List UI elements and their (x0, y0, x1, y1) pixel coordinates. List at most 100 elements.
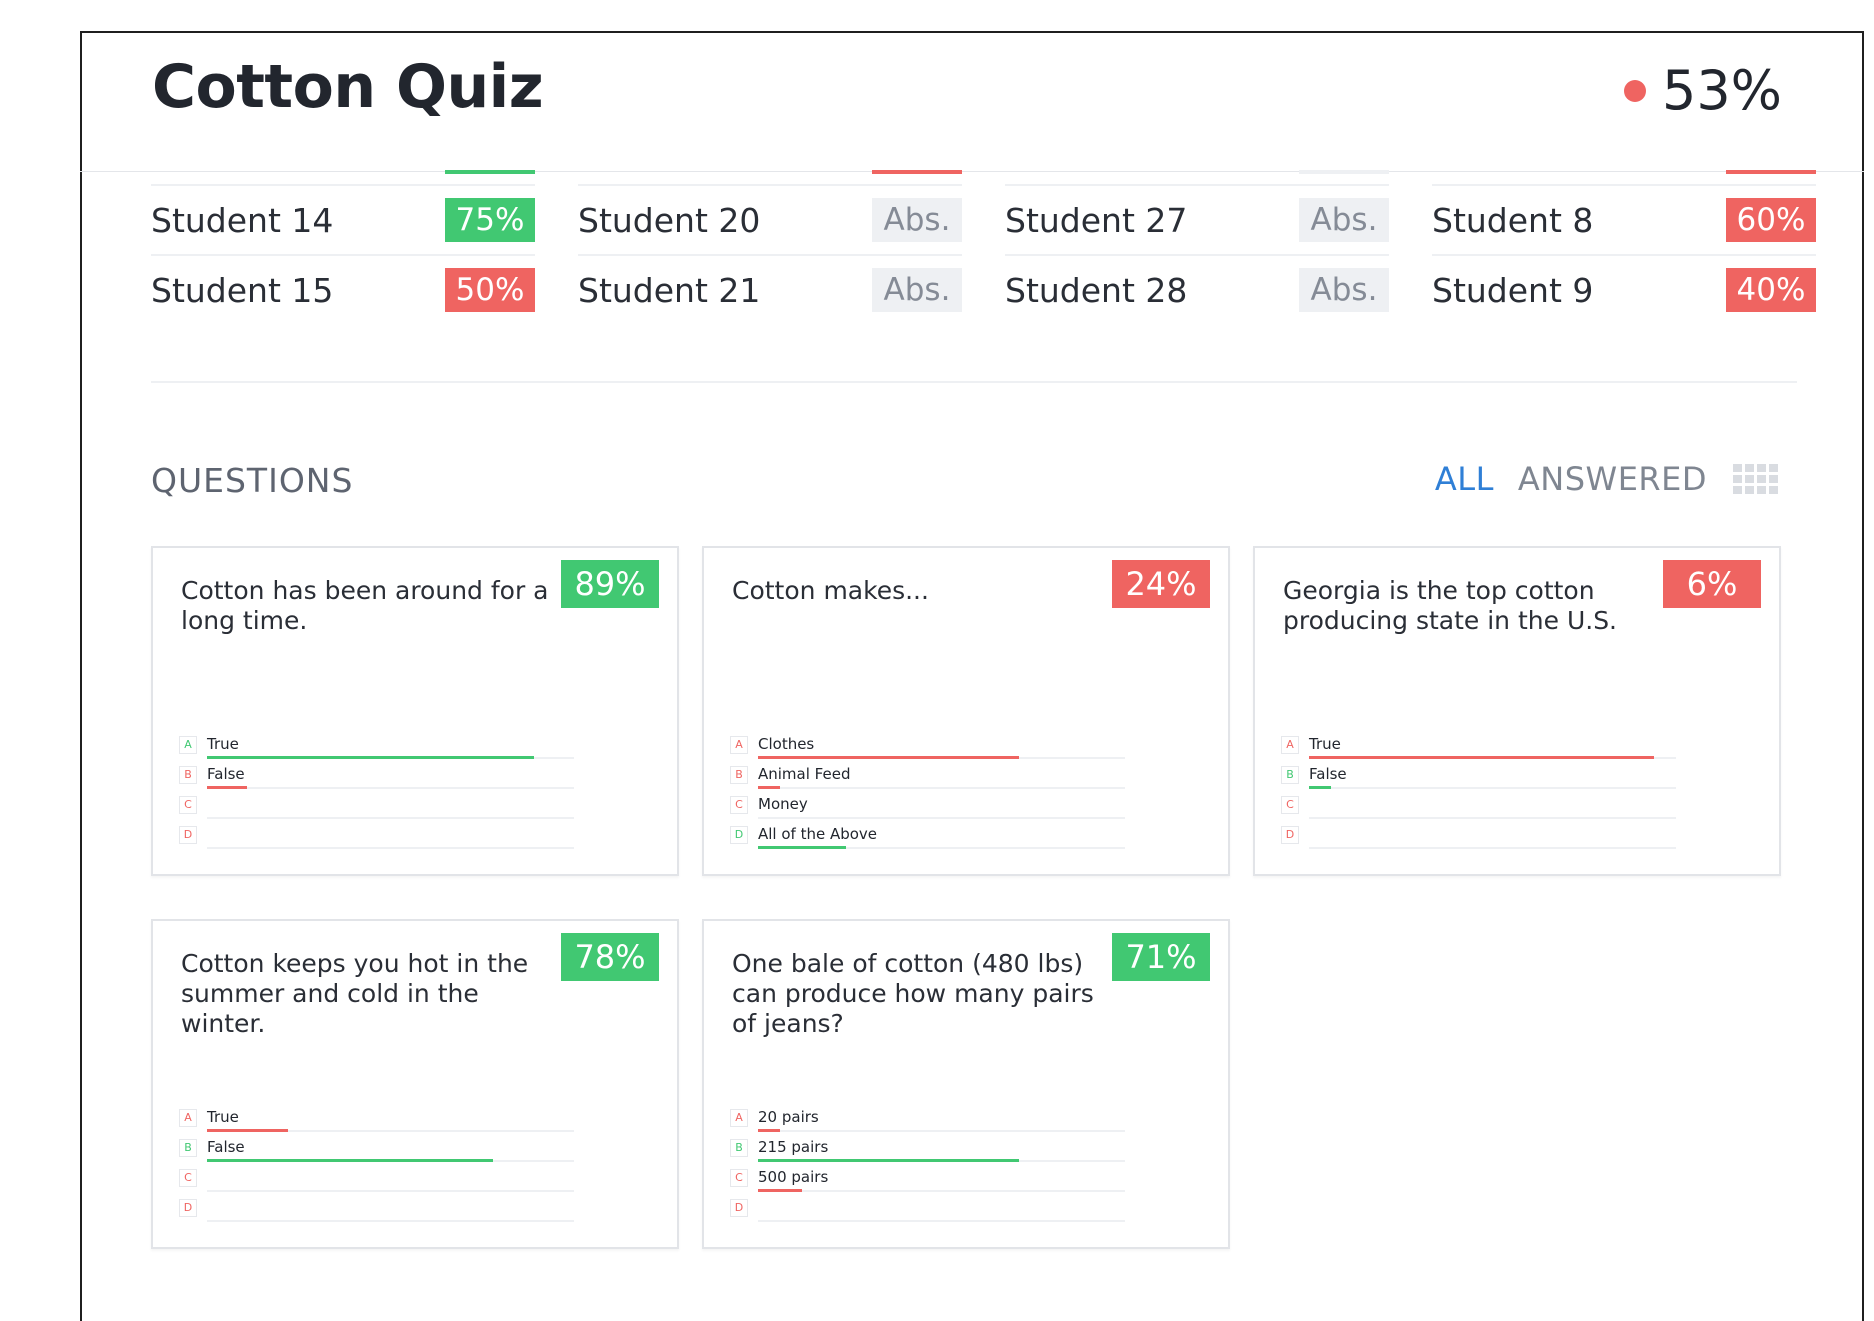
question-card[interactable]: Cotton has been around for a long time. 8… (151, 546, 679, 876)
question-card[interactable]: Georgia is the top cotton producing stat… (1253, 546, 1781, 876)
tab-answered[interactable]: ANSWERED (1518, 460, 1707, 498)
student-score-badge: 40% (1726, 268, 1816, 312)
question-score-badge: 24% (1112, 560, 1210, 608)
student-column-top (578, 170, 962, 184)
answer-row: C (1281, 794, 1676, 824)
student-name: Student 28 (1005, 270, 1188, 310)
answer-bar-fill (758, 846, 847, 849)
question-text: Cotton keeps you hot in the summer and c… (181, 949, 529, 1038)
answer-bar-fill (1309, 756, 1654, 759)
student-row[interactable]: Student 28 Abs. (1005, 254, 1389, 324)
answer-letter: C (179, 796, 197, 814)
answer-label: 215 pairs (758, 1138, 829, 1156)
answer-label: All of the Above (758, 825, 878, 843)
student-score-badge: 50% (445, 268, 535, 312)
student-row[interactable]: Student 20 Abs. (578, 184, 962, 254)
answer-list: A True B False C D (179, 1107, 574, 1227)
question-score-badge: 71% (1112, 933, 1210, 981)
question-text: Cotton has been around for a long time. (181, 576, 549, 635)
answer-bar-track (1309, 847, 1676, 849)
question-text: Georgia is the top cotton producing stat… (1283, 576, 1618, 635)
answer-label: True (207, 735, 239, 753)
score-sliver (445, 170, 535, 174)
answer-bar-track (758, 786, 1125, 789)
answer-row: D All of the Above (730, 824, 1125, 854)
student-name: Student 20 (578, 200, 761, 240)
answer-label: True (207, 1108, 239, 1126)
answer-label: False (207, 1138, 245, 1156)
student-score-badge: Abs. (872, 268, 962, 312)
overall-score-value: 53% (1661, 59, 1782, 122)
tab-all[interactable]: ALL (1435, 460, 1494, 498)
questions-heading: QUESTIONS (151, 461, 354, 500)
answer-label: 20 pairs (758, 1108, 819, 1126)
answer-bar-track (207, 817, 574, 819)
answer-bar-track (758, 846, 1125, 849)
student-row[interactable]: Student 14 75% (151, 184, 535, 254)
student-row[interactable]: Student 9 40% (1432, 254, 1816, 324)
answer-list: A True B False C D (179, 734, 574, 854)
student-name: Student 27 (1005, 200, 1188, 240)
question-card[interactable]: Cotton keeps you hot in the summer and c… (151, 919, 679, 1249)
answer-letter: D (730, 1199, 748, 1217)
answer-letter: D (179, 1199, 197, 1217)
student-column-top (151, 170, 535, 184)
student-row[interactable]: Student 27 Abs. (1005, 184, 1389, 254)
student-column: Student 14 75% Student 15 50% (151, 170, 535, 324)
answer-letter: D (179, 826, 197, 844)
answer-label: False (207, 765, 245, 783)
answer-bar-track (207, 1220, 574, 1222)
answer-row: B False (1281, 764, 1676, 794)
answer-bar-track (758, 817, 1125, 819)
score-sliver (872, 170, 962, 174)
answer-letter: C (1281, 796, 1299, 814)
questions-filter-tabs: ALL ANSWERED (1411, 460, 1778, 498)
answer-bar-track (1309, 786, 1676, 789)
answer-list: A True B False C D (1281, 734, 1676, 854)
answer-bar-fill (1309, 786, 1332, 789)
section-divider (151, 381, 1797, 383)
student-score-badge: Abs. (1299, 268, 1389, 312)
answer-letter: D (730, 826, 748, 844)
answer-row: C (179, 794, 574, 824)
answer-bar-track (207, 1159, 574, 1162)
answer-row: A Clothes (730, 734, 1125, 764)
page-title: Cotton Quiz (152, 52, 544, 122)
answer-bar-track (1309, 817, 1676, 819)
answer-bar-track (758, 1159, 1125, 1162)
student-name: Student 9 (1432, 270, 1594, 310)
student-scores-grid: Student 14 75% Student 15 50% Student 20 Abs.… (151, 170, 1816, 324)
answer-row: A True (179, 734, 574, 764)
answer-bar-track (1309, 756, 1676, 759)
student-row[interactable]: Student 15 50% (151, 254, 535, 324)
answer-bar-track (758, 1189, 1125, 1192)
grid-view-icon[interactable] (1733, 464, 1778, 495)
answer-list: A 20 pairs B 215 pairs C 500 pairs D (730, 1107, 1125, 1227)
answer-row: B Animal Feed (730, 764, 1125, 794)
answer-letter: A (179, 736, 197, 754)
question-card[interactable]: Cotton makes... 24% A Clothes B Animal Feed C M… (702, 546, 1230, 876)
answer-letter: B (1281, 766, 1299, 784)
answer-letter: C (730, 1169, 748, 1187)
question-card[interactable]: One bale of cotton (480 lbs) can produce… (702, 919, 1230, 1249)
student-row[interactable]: Student 8 60% (1432, 184, 1816, 254)
student-column: Student 20 Abs. Student 21 Abs. (578, 170, 962, 324)
answer-letter: C (730, 796, 748, 814)
student-column-top (1432, 170, 1816, 184)
student-column: Student 27 Abs. Student 28 Abs. (1005, 170, 1389, 324)
answer-letter: A (1281, 736, 1299, 754)
answer-letter: B (730, 1139, 748, 1157)
answer-bar-fill (207, 786, 248, 789)
answer-row: A 20 pairs (730, 1107, 1125, 1137)
student-score-badge: Abs. (872, 198, 962, 242)
question-text: Cotton makes... (732, 576, 929, 605)
answer-bar-track (207, 847, 574, 849)
student-row[interactable]: Student 21 Abs. (578, 254, 962, 324)
student-column-top (1005, 170, 1389, 184)
student-name: Student 14 (151, 200, 334, 240)
student-name: Student 15 (151, 270, 334, 310)
answer-letter: B (730, 766, 748, 784)
score-sliver (1726, 170, 1816, 174)
answer-bar-fill (758, 1159, 1019, 1162)
student-name: Student 21 (578, 270, 761, 310)
